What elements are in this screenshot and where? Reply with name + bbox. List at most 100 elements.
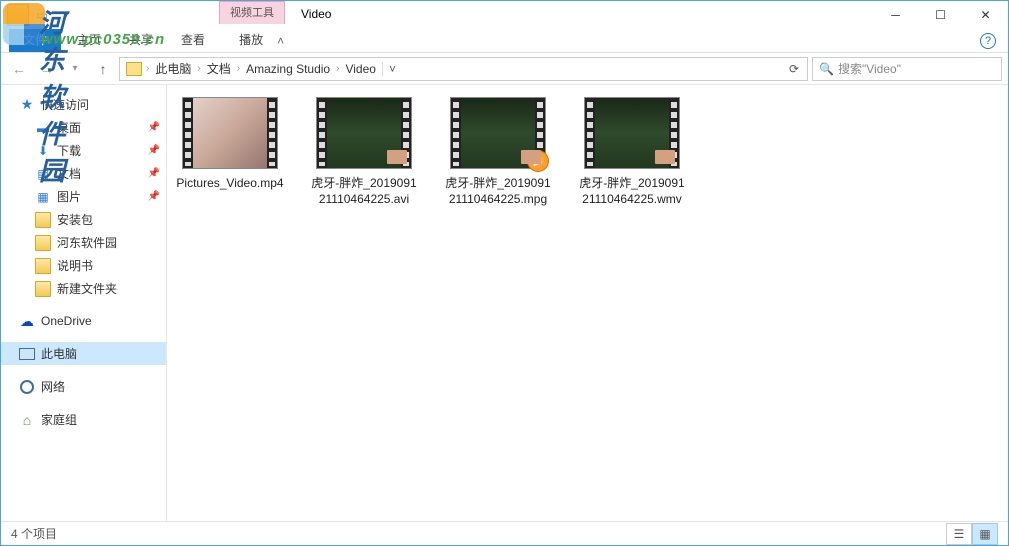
sidebar-item-label: 桌面 — [57, 119, 81, 136]
filmstrip-icon — [451, 98, 461, 168]
maximize-button[interactable]: ☐ — [918, 1, 963, 29]
sidebar-item-documents[interactable]: ▤ 文档 📌 — [1, 162, 166, 185]
documents-icon: ▤ — [35, 166, 51, 182]
chevron-right-icon[interactable]: › — [336, 63, 339, 74]
sidebar-network[interactable]: 网络 — [1, 375, 166, 398]
sidebar-item-downloads[interactable]: ⬇ 下载 📌 — [1, 139, 166, 162]
filmstrip-icon — [317, 98, 327, 168]
downloads-icon: ⬇ — [35, 143, 51, 159]
search-input[interactable]: 🔍 搜索"Video" — [812, 57, 1002, 81]
folder-icon — [35, 212, 51, 228]
tab-view[interactable]: 查看 — [167, 27, 219, 52]
sidebar-item-label: 图片 — [57, 188, 81, 205]
view-details-button[interactable]: ☰ — [946, 523, 972, 545]
folder-icon — [35, 235, 51, 251]
sidebar-item-folder[interactable]: 安装包 — [1, 208, 166, 231]
breadcrumb-dropdown-icon[interactable]: ˅ — [382, 62, 402, 76]
nav-back-button[interactable]: ← — [7, 57, 31, 81]
app-icon — [7, 4, 29, 26]
sidebar-item-label: 文档 — [57, 165, 81, 182]
file-item[interactable]: Pictures_Video.mp4 — [175, 97, 285, 191]
sidebar-item-label: OneDrive — [41, 314, 92, 328]
sidebar-item-desktop[interactable]: ▬ 桌面 📌 — [1, 116, 166, 139]
video-thumbnail — [584, 97, 680, 169]
qat-properties-icon[interactable]: ▭ — [31, 4, 53, 26]
file-name: 虎牙-胖炸_20190912111046​4225.wmv — [577, 175, 687, 207]
homegroup-icon: ⌂ — [19, 412, 35, 428]
sidebar-item-folder[interactable]: 新建文件夹 — [1, 277, 166, 300]
onedrive-icon: ☁ — [19, 313, 35, 329]
chevron-right-icon[interactable]: › — [146, 63, 149, 74]
desktop-icon: ▬ — [35, 120, 51, 136]
sidebar-item-label: 河东软件园 — [57, 234, 117, 251]
sidebar-item-label: 下载 — [57, 142, 81, 159]
ribbon-expand-icon[interactable]: ˄ — [277, 34, 284, 48]
pin-icon: 📌 — [148, 145, 160, 156]
sidebar-item-label: 网络 — [41, 378, 65, 395]
chevron-right-icon[interactable]: › — [197, 63, 200, 74]
sidebar-this-pc[interactable]: 此电脑 — [1, 342, 166, 365]
breadcrumb-segment[interactable]: Amazing Studio — [242, 60, 334, 78]
file-item[interactable]: 虎牙-胖炸_20190912111046​4225.wmv — [577, 97, 687, 207]
chevron-right-icon[interactable]: › — [237, 63, 240, 74]
breadcrumb-segment[interactable]: Video — [341, 60, 379, 78]
folder-icon — [35, 258, 51, 274]
close-button[interactable]: ✕ — [963, 1, 1008, 29]
file-name: 虎牙-胖炸_20190912111046​4225.mpg — [443, 175, 553, 207]
pin-icon: 📌 — [148, 122, 160, 133]
tab-play[interactable]: 播放 — [225, 27, 277, 52]
video-thumbnail: ▶ — [450, 97, 546, 169]
video-thumbnail — [182, 97, 278, 169]
window-title: Video — [301, 7, 331, 21]
main-area: ★ 快速访问 ▬ 桌面 📌 ⬇ 下载 📌 ▤ 文档 📌 ▦ 图片 📌 安装包 河东软件园 说明书… — [1, 85, 1008, 521]
help-icon[interactable]: ? — [980, 33, 996, 49]
sidebar-item-label: 新建文件夹 — [57, 280, 117, 297]
breadcrumb[interactable]: › 此电脑 › 文档 › Amazing Studio › Video ˅ ⟳ — [119, 57, 808, 81]
breadcrumb-segment[interactable]: 文档 — [203, 58, 235, 79]
sidebar-item-label: 说明书 — [57, 257, 93, 274]
status-item-count: 4 个项目 — [11, 525, 57, 542]
pictures-icon: ▦ — [35, 189, 51, 205]
refresh-icon[interactable]: ⟳ — [785, 62, 803, 76]
nav-history-dropdown[interactable]: ▾ — [63, 57, 87, 81]
pin-icon: 📌 — [148, 191, 160, 202]
quick-access-toolbar: ▭ ▾ — [1, 4, 77, 26]
filmstrip-icon — [183, 98, 193, 168]
sidebar-onedrive[interactable]: ☁ OneDrive — [1, 310, 166, 332]
folder-icon — [35, 281, 51, 297]
star-icon: ★ — [19, 97, 35, 113]
file-name: Pictures_Video.mp4 — [175, 175, 285, 191]
pin-icon: 📌 — [148, 168, 160, 179]
titlebar: ▭ ▾ 视频工具 Video ─ ☐ ✕ — [1, 1, 1008, 29]
sidebar-item-folder[interactable]: 说明书 — [1, 254, 166, 277]
view-thumbnails-button[interactable]: ▦ — [972, 523, 998, 545]
tab-share[interactable]: 共享 — [115, 27, 167, 52]
sidebar-item-folder[interactable]: 河东软件园 — [1, 231, 166, 254]
nav-forward-button: → — [35, 57, 59, 81]
network-icon — [19, 379, 35, 395]
sidebar-quick-access[interactable]: ★ 快速访问 — [1, 93, 166, 116]
sidebar-item-label: 家庭组 — [41, 411, 77, 428]
tab-home[interactable]: 主页 — [63, 27, 115, 52]
status-bar: 4 个项目 ☰ ▦ — [1, 521, 1008, 545]
file-list[interactable]: Pictures_Video.mp4 虎牙-胖炸_20190912111046​… — [167, 85, 1008, 521]
file-item[interactable]: ▶ 虎牙-胖炸_20190912111046​4225.mpg — [443, 97, 553, 207]
sidebar-homegroup[interactable]: ⌂ 家庭组 — [1, 408, 166, 431]
filmstrip-icon — [669, 98, 679, 168]
filmstrip-icon — [401, 98, 411, 168]
sidebar-item-label: 安装包 — [57, 211, 93, 228]
filmstrip-icon — [585, 98, 595, 168]
sidebar-item-pictures[interactable]: ▦ 图片 📌 — [1, 185, 166, 208]
filmstrip-icon — [267, 98, 277, 168]
search-icon: 🔍 — [819, 62, 834, 76]
play-icon: ▶ — [527, 150, 549, 172]
sidebar-item-label: 此电脑 — [41, 345, 77, 362]
file-tab[interactable]: 文件 — [9, 27, 61, 52]
qat-dropdown-icon[interactable]: ▾ — [55, 4, 77, 26]
minimize-button[interactable]: ─ — [873, 1, 918, 29]
nav-up-button[interactable]: ↑ — [91, 57, 115, 81]
folder-icon — [126, 62, 142, 76]
sidebar-item-label: 快速访问 — [41, 96, 89, 113]
breadcrumb-segment[interactable]: 此电脑 — [151, 58, 195, 79]
file-item[interactable]: 虎牙-胖炸_20190912111046​4225.avi — [309, 97, 419, 207]
